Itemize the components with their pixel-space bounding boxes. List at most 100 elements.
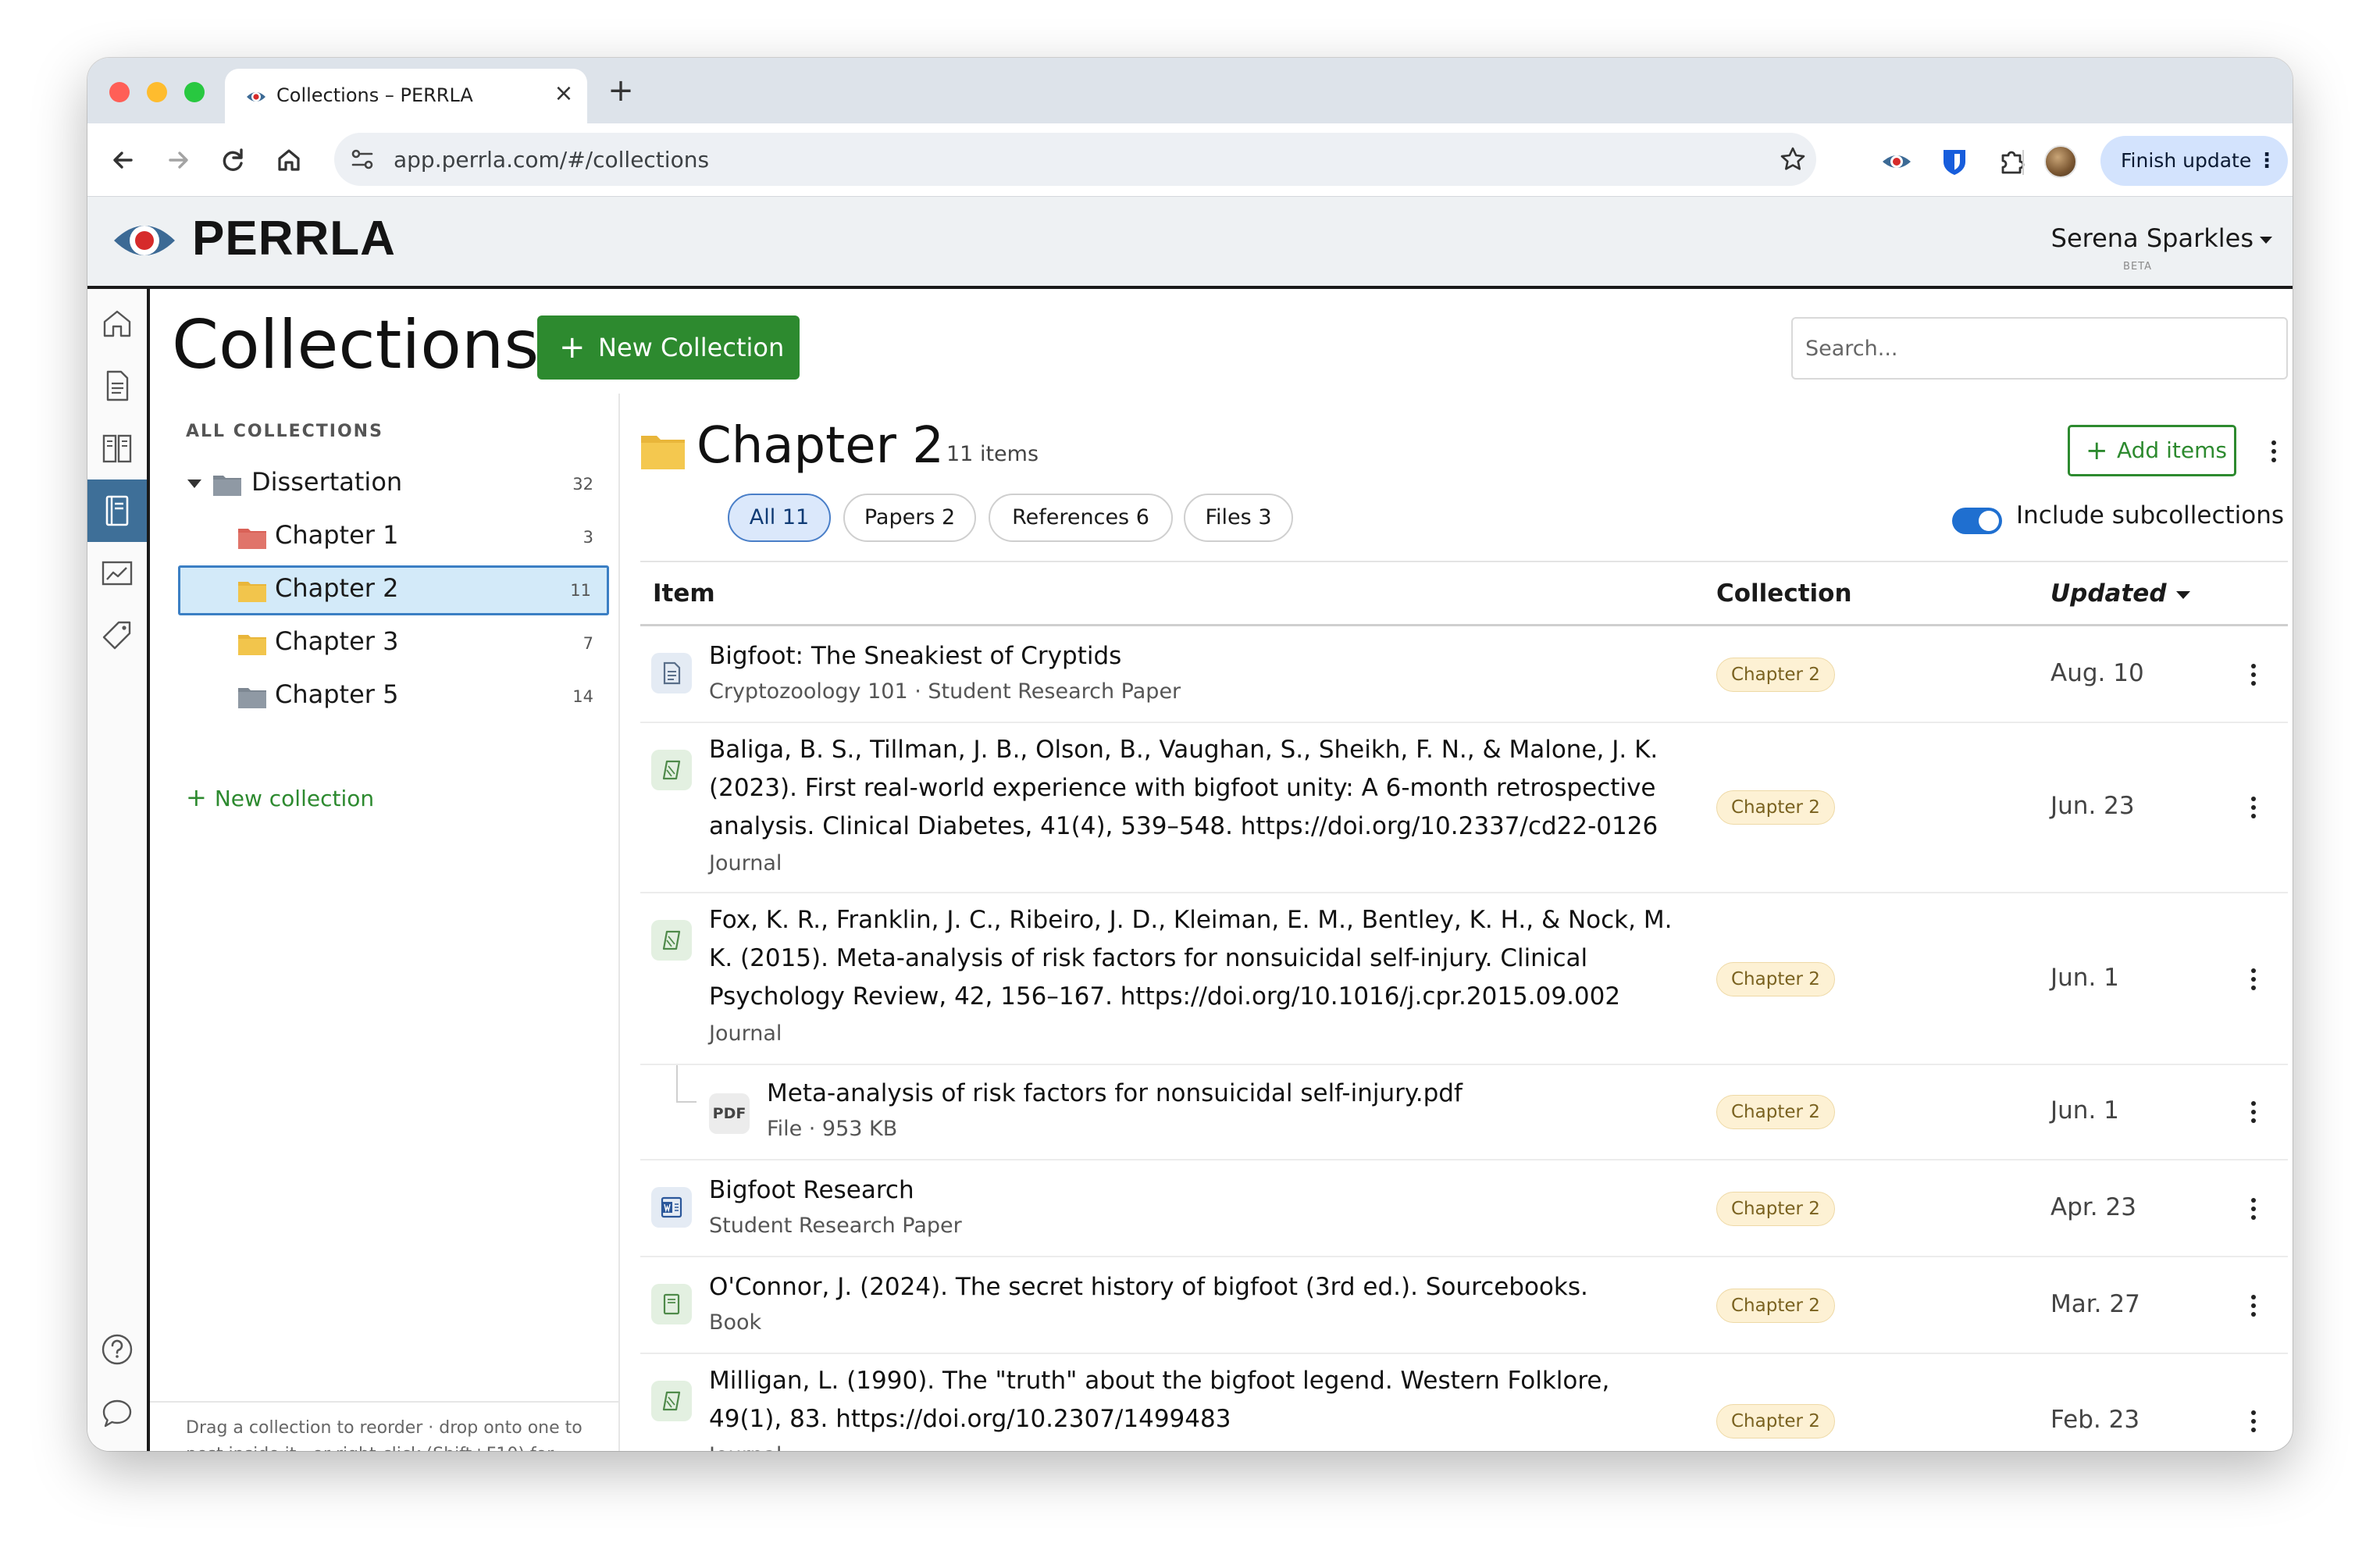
row-subtitle: Book: [709, 1310, 762, 1335]
table-row[interactable]: Bigfoot Research Student Research Paper …: [640, 1160, 2288, 1257]
collection-title: Chapter 2: [697, 417, 944, 475]
row-title[interactable]: Milligan, L. (1990). The "truth" about t…: [709, 1362, 1685, 1438]
row-more-menu-icon[interactable]: [2241, 1406, 2266, 1437]
row-more-menu-icon[interactable]: [2241, 792, 2266, 823]
browser-tab-bar: Collections – PERRLA × +: [87, 58, 2293, 123]
sort-descending-icon: [2175, 590, 2190, 599]
all-collections-heading[interactable]: ALL COLLECTIONS: [186, 422, 383, 441]
beta-label: BETA: [2123, 261, 2152, 273]
collection-tree-item-chapter-3[interactable]: Chapter 3 7: [178, 619, 609, 668]
row-title[interactable]: Fox, K. R., Franklin, J. C., Ribeiro, J.…: [709, 901, 1685, 1016]
password-manager-shield-icon[interactable]: [1938, 145, 1971, 178]
collection-tree-item-chapter-5[interactable]: Chapter 5 14: [178, 672, 609, 722]
home-icon: [103, 310, 131, 337]
table-row[interactable]: PDF Meta-analysis of risk factors for no…: [640, 1065, 2288, 1160]
browser-window: Collections – PERRLA × + app.perrla.com/…: [87, 58, 2293, 1451]
table-row[interactable]: Baliga, B. S., Tillman, J. B., Olson, B.…: [640, 723, 2288, 893]
back-arrow-icon[interactable]: [105, 141, 142, 179]
table-row[interactable]: Milligan, L. (1990). The "truth" about t…: [640, 1354, 2288, 1451]
rail-tags-button[interactable]: [87, 604, 147, 667]
maximize-window-icon[interactable]: [184, 82, 205, 102]
chat-bubble-icon: [102, 1399, 132, 1428]
notebook-icon: [105, 495, 129, 526]
column-header-item[interactable]: Item: [653, 579, 715, 608]
filter-chip-all[interactable]: All 11: [728, 494, 831, 542]
rail-chat-button[interactable]: [87, 1382, 147, 1445]
row-subtitle: Journal: [709, 851, 782, 875]
rail-papers-button[interactable]: [87, 355, 147, 417]
search-input[interactable]: [1791, 317, 2288, 380]
filter-chip-files[interactable]: Files 3: [1184, 494, 1293, 542]
collection-label: Chapter 3: [275, 626, 399, 656]
row-subtitle: Journal: [709, 1443, 782, 1451]
collection-badge: Chapter 2: [1716, 790, 1835, 825]
new-tab-button[interactable]: +: [600, 70, 642, 112]
profile-avatar[interactable]: [2044, 145, 2077, 178]
tab-close-icon[interactable]: ×: [548, 78, 579, 109]
table-row[interactable]: O'Connor, J. (2024). The secret history …: [640, 1257, 2288, 1354]
perrla-extension-icon[interactable]: [1880, 145, 1913, 178]
browser-menu-icon[interactable]: ⋮: [2257, 136, 2277, 186]
rail-home-button[interactable]: [87, 292, 147, 355]
filter-chip-references[interactable]: References 6: [989, 494, 1173, 542]
reload-icon[interactable]: [214, 141, 251, 179]
finish-update-label: Finish update: [2121, 149, 2252, 172]
forward-arrow-icon[interactable]: [159, 141, 197, 179]
row-title[interactable]: Bigfoot Research: [709, 1171, 1685, 1210]
perrla-favicon-icon: [247, 92, 265, 102]
include-subcollections-label: Include subcollections: [2016, 501, 2285, 529]
pdf-icon: PDF: [709, 1093, 750, 1134]
column-header-updated-label: Updated: [2050, 579, 2167, 608]
collection-badge: Chapter 2: [1716, 1289, 1835, 1323]
app-logo-text[interactable]: PERRLA: [192, 211, 396, 266]
minimize-window-icon[interactable]: [147, 82, 167, 102]
row-more-menu-icon[interactable]: [2241, 1096, 2266, 1128]
rail-help-button[interactable]: [87, 1318, 147, 1381]
row-title[interactable]: Meta-analysis of risk factors for nonsui…: [767, 1075, 1743, 1113]
collection-badge: Chapter 2: [1716, 962, 1835, 996]
rail-reports-button[interactable]: [87, 542, 147, 604]
new-collection-link[interactable]: + New collection: [186, 782, 374, 812]
row-subtitle: Journal: [709, 1021, 782, 1046]
journal-icon: [651, 1381, 692, 1421]
column-header-collection[interactable]: Collection: [1716, 579, 1852, 608]
include-subcollections-toggle[interactable]: [1952, 508, 2002, 534]
collection-badge: Chapter 2: [1716, 658, 1835, 692]
collection-tree-item-chapter-1[interactable]: Chapter 1 3: [178, 512, 609, 562]
row-more-menu-icon[interactable]: [2241, 964, 2266, 995]
table-header: Item Collection Updated: [640, 561, 2288, 626]
perrla-logo-icon[interactable]: [111, 214, 178, 267]
add-items-button[interactable]: + Add items: [2068, 425, 2236, 476]
add-items-label: Add items: [2117, 437, 2227, 463]
journal-icon: [651, 920, 692, 961]
row-more-menu-icon[interactable]: [2241, 659, 2266, 690]
finish-update-button[interactable]: Finish update ⋮: [2100, 136, 2288, 186]
rail-library-button[interactable]: [87, 417, 147, 479]
collection-tree-item-dissertation[interactable]: Dissertation 32: [178, 459, 609, 509]
row-updated-date: Jun. 23: [2050, 792, 2135, 820]
expand-triangle-icon[interactable]: [187, 479, 201, 488]
row-more-menu-icon[interactable]: [2241, 1290, 2266, 1321]
table-row[interactable]: Fox, K. R., Franklin, J. C., Ribeiro, J.…: [640, 893, 2288, 1065]
bookmark-star-icon[interactable]: [1777, 144, 1808, 175]
row-title[interactable]: O'Connor, J. (2024). The secret history …: [709, 1268, 1685, 1307]
row-title[interactable]: Baliga, B. S., Tillman, J. B., Olson, B.…: [709, 731, 1685, 846]
site-settings-icon[interactable]: [348, 145, 376, 173]
column-header-updated[interactable]: Updated: [2050, 579, 2190, 608]
filter-chip-papers[interactable]: Papers 2: [843, 494, 976, 542]
browser-toolbar: app.perrla.com/#/collections Finish upda…: [87, 123, 2293, 197]
address-bar[interactable]: app.perrla.com/#/collections: [334, 133, 1816, 186]
home-icon[interactable]: [270, 141, 308, 179]
user-menu[interactable]: Serena Sparkles: [2051, 223, 2272, 253]
new-collection-link-label: New collection: [214, 786, 375, 811]
table-row[interactable]: Bigfoot: The Sneakiest of Cryptids Crypt…: [640, 626, 2288, 723]
rail-collections-button[interactable]: [87, 479, 147, 542]
new-collection-button[interactable]: + New Collection: [537, 315, 800, 380]
row-more-menu-icon[interactable]: [2241, 1193, 2266, 1225]
tag-icon: [102, 621, 131, 650]
row-title[interactable]: Bigfoot: The Sneakiest of Cryptids: [709, 637, 1685, 676]
close-window-icon[interactable]: [109, 82, 130, 102]
collection-tree-item-chapter-2[interactable]: Chapter 2 11: [178, 565, 609, 615]
collection-more-menu-icon[interactable]: [2261, 436, 2286, 467]
browser-tab-active[interactable]: Collections – PERRLA ×: [225, 69, 587, 123]
